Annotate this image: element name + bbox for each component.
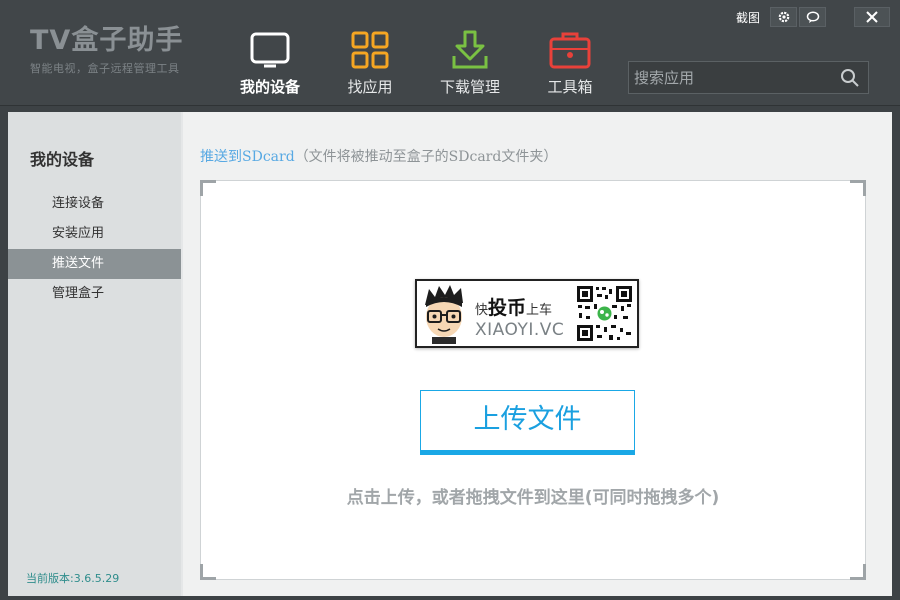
nav-label: 找应用 — [347, 78, 393, 96]
window-controls: 截图 — [736, 7, 890, 27]
corner-mark — [200, 180, 216, 196]
qr-code-icon — [576, 285, 633, 342]
brand-subtitle: 智能电视，盒子远程管理工具 — [30, 62, 180, 75]
slogan-post: 上车 — [526, 303, 553, 318]
drop-hint: 点击上传，或者拖拽文件到这里(可同时拖拽多个) — [346, 488, 720, 508]
brand-title: TV盒子助手 — [30, 25, 184, 56]
nav-label: 我的设备 — [239, 78, 300, 96]
slogan-big: 投币 — [488, 297, 527, 319]
feedback-button[interactable] — [799, 7, 826, 27]
sidebar-item-push-file[interactable]: 推送文件 — [8, 249, 181, 279]
main-nav: 我的设备 找应用 下载管理 工具箱 — [220, 30, 620, 97]
nav-my-devices[interactable]: 我的设备 — [220, 30, 320, 97]
corner-mark — [850, 564, 866, 580]
sidebar-item-manage-box[interactable]: 管理盒子 — [8, 279, 181, 309]
nav-download-manager[interactable]: 下载管理 — [420, 30, 520, 97]
nav-find-apps[interactable]: 找应用 — [320, 30, 420, 97]
push-to-sdcard-link[interactable]: 推送到SDcard — [200, 149, 295, 165]
search-box — [628, 61, 869, 94]
screenshot-link[interactable]: 截图 — [736, 9, 760, 26]
version-label: 当前版本:3.6.5.29 — [26, 572, 120, 585]
file-drop-zone[interactable]: 快投币上车 XIAOYI.VC 上传文件 点击上传，或者拖拽文件到这里(可同时拖 — [200, 180, 866, 580]
main-panel: 推送到SDcard（文件将被推动至盒子的SDcard文件夹） 快投币上车 XIA… — [183, 112, 892, 596]
app-header: TV盒子助手 智能电视，盒子远程管理工具 我的设备 找应用 下载管理 工具箱 截… — [0, 0, 900, 106]
corner-mark — [200, 564, 216, 580]
nav-label: 工具箱 — [547, 78, 593, 96]
upload-file-button[interactable]: 上传文件 — [420, 390, 635, 455]
sidebar-item-connect-device[interactable]: 连接设备 — [8, 189, 181, 219]
sidebar-list: 连接设备 安装应用 推送文件 管理盒子 — [8, 189, 181, 309]
toolbox-icon — [520, 30, 620, 70]
cartoon-face-icon — [425, 285, 463, 344]
nav-label: 下载管理 — [439, 78, 500, 96]
download-icon — [420, 30, 520, 70]
corner-mark — [850, 180, 866, 196]
chat-bubble-icon — [806, 10, 819, 23]
search-icon[interactable] — [832, 68, 868, 88]
close-icon — [866, 11, 878, 23]
sidebar: 我的设备 连接设备 安装应用 推送文件 管理盒子 当前版本:3.6.5.29 — [8, 112, 181, 596]
promo-slogan: 快投币上车 — [475, 293, 552, 320]
gear-icon — [778, 11, 789, 23]
close-button[interactable] — [854, 7, 890, 27]
sidebar-title: 我的设备 — [30, 150, 95, 169]
apps-grid-icon — [320, 30, 420, 70]
push-header: 推送到SDcard（文件将被推动至盒子的SDcard文件夹） — [200, 146, 557, 166]
brand: TV盒子助手 智能电视，盒子远程管理工具 — [30, 26, 183, 76]
promo-site: XIAOYI.VC — [475, 320, 565, 340]
promo-banner: 快投币上车 XIAOYI.VC — [415, 279, 639, 348]
search-input[interactable] — [629, 62, 832, 93]
push-description: （文件将被推动至盒子的SDcard文件夹） — [294, 149, 558, 165]
settings-button[interactable] — [770, 7, 797, 27]
sidebar-item-install-app[interactable]: 安装应用 — [8, 219, 181, 249]
nav-toolbox[interactable]: 工具箱 — [520, 30, 620, 97]
tv-icon — [220, 30, 320, 70]
slogan-pre: 快 — [475, 303, 489, 318]
